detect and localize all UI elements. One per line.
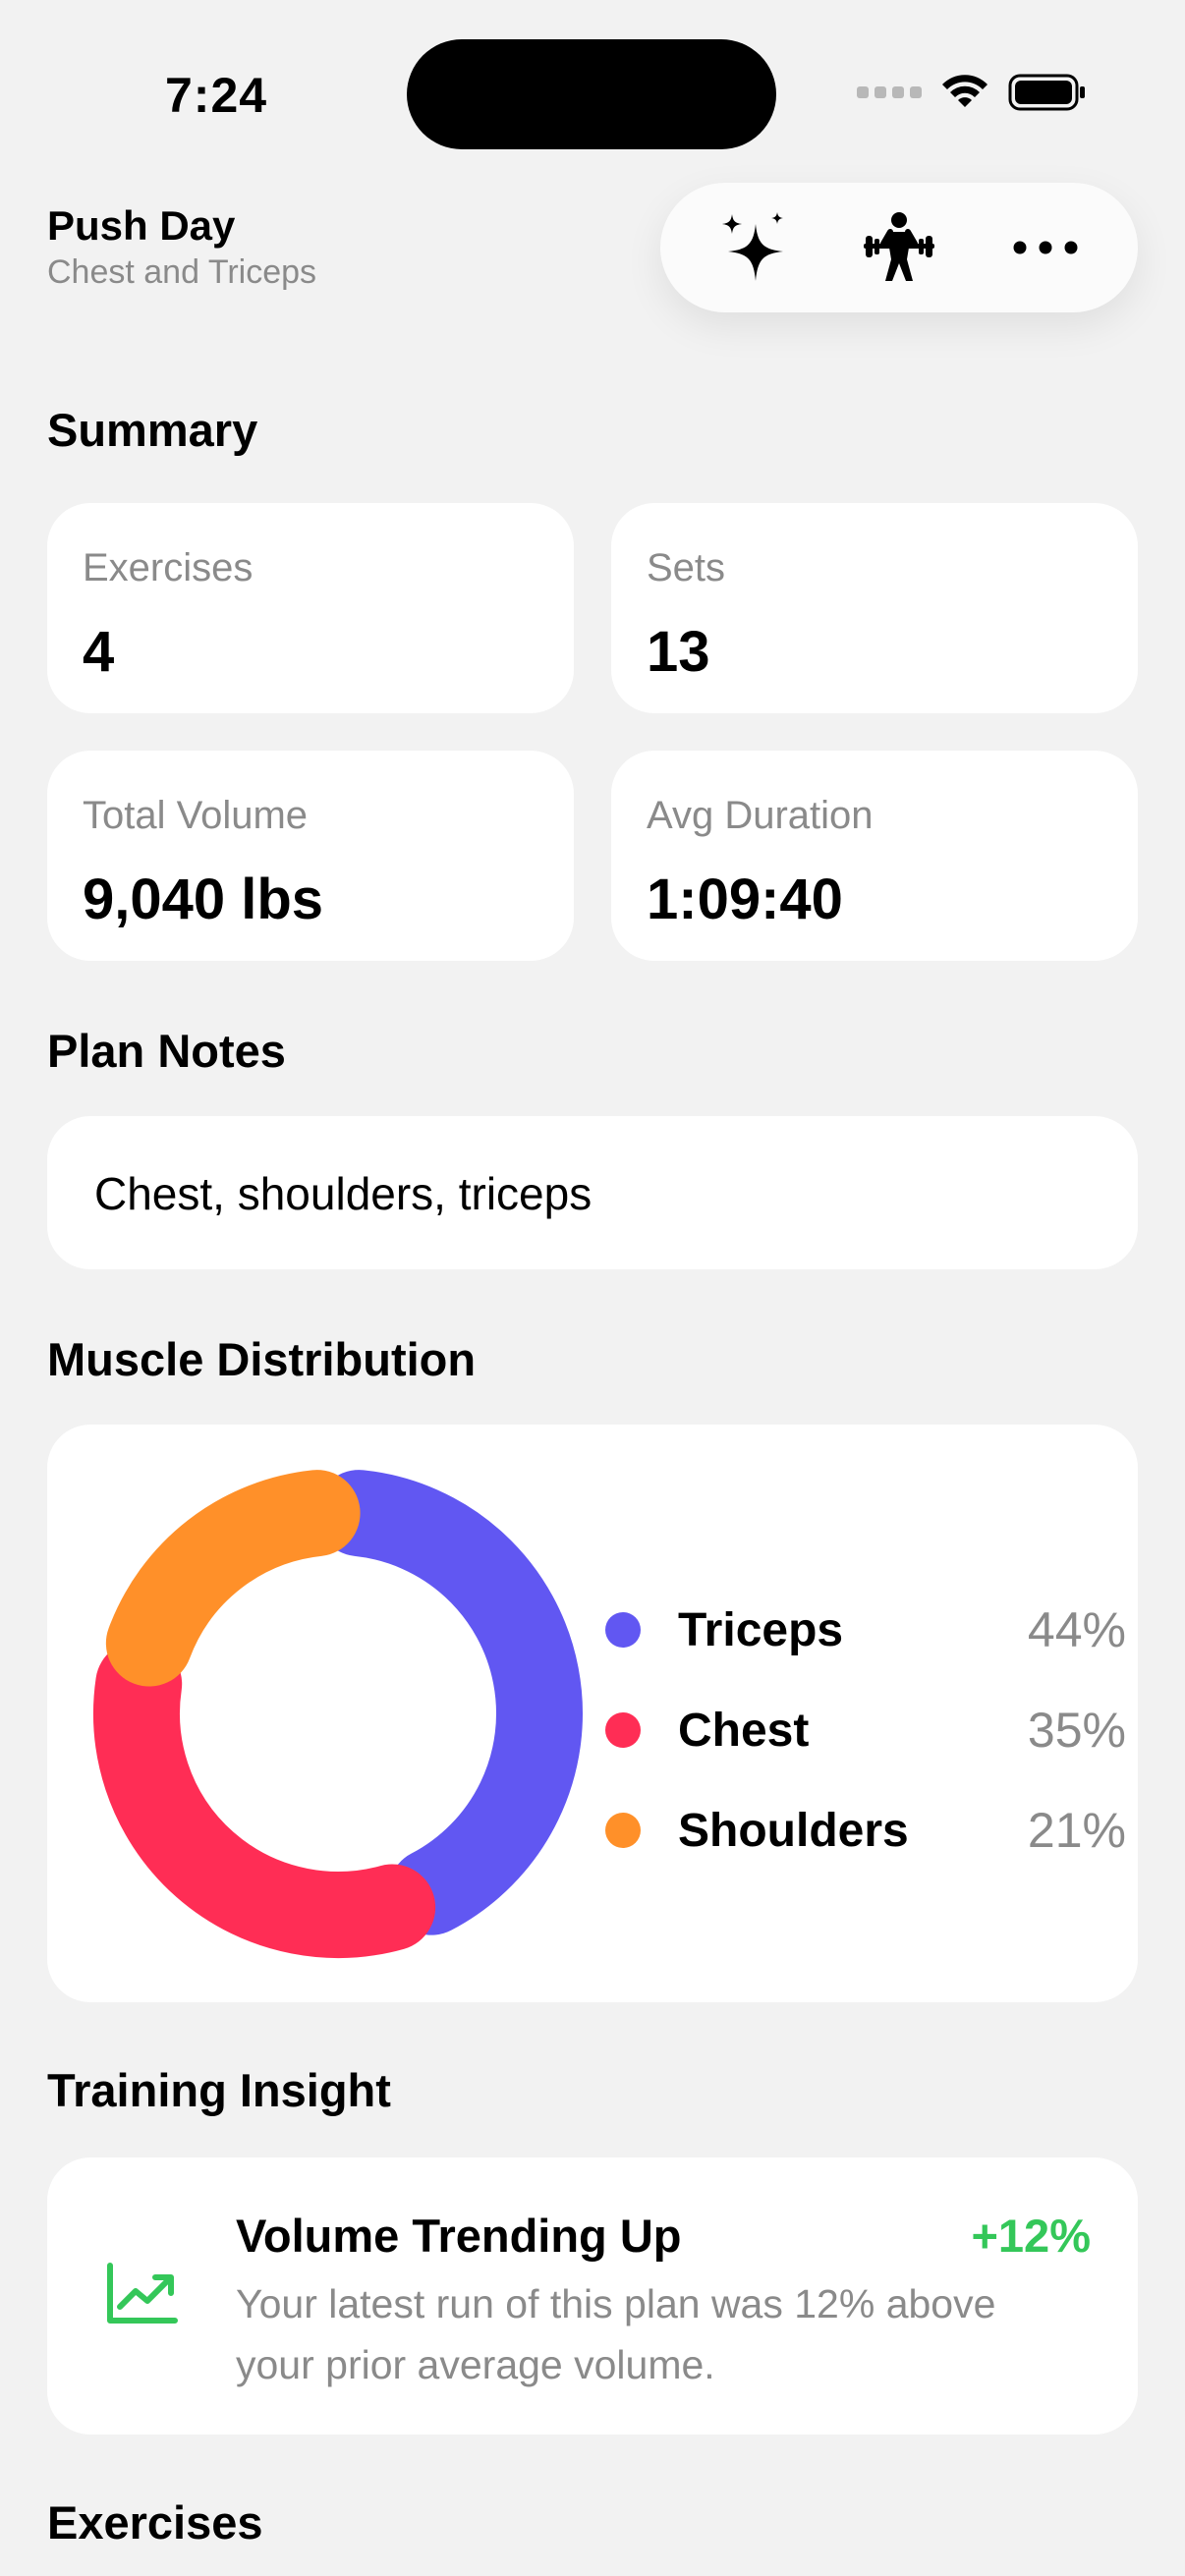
insight-delta: +12% <box>971 2210 1091 2262</box>
exercises-heading: Exercises <box>47 2496 263 2548</box>
weightlifter-icon <box>863 212 934 281</box>
start-workout-button[interactable] <box>845 194 953 302</box>
trend-up-icon <box>107 2263 178 2324</box>
legend-label: Shoulders <box>678 1804 909 1857</box>
legend-label: Triceps <box>678 1603 844 1656</box>
status-time: 7:24 <box>165 68 268 123</box>
donut-segment-triceps <box>315 1470 583 1935</box>
status-icons <box>857 73 1087 112</box>
plan-subtitle: Chest and Triceps <box>47 253 317 291</box>
stat-value: 9,040 lbs <box>83 868 324 931</box>
muscle-distribution-heading: Muscle Distribution <box>47 1333 477 1385</box>
sparkles-icon <box>722 212 784 281</box>
legend-swatch <box>605 1813 641 1848</box>
cellular-signal-icon <box>857 86 922 98</box>
legend-item-chest: Chest 35% <box>605 1680 1126 1780</box>
stat-card-exercises: Exercises 4 <box>47 503 574 713</box>
stat-value: 4 <box>83 620 115 684</box>
more-icon <box>1013 241 1078 254</box>
legend-swatch <box>605 1612 641 1648</box>
stat-label: Sets <box>647 546 726 589</box>
header-actions <box>660 183 1138 312</box>
dynamic-island <box>407 39 776 149</box>
legend-item-shoulders: Shoulders 21% <box>605 1780 1126 1880</box>
muscle-donut-chart <box>93 1470 583 1958</box>
stat-value: 1:09:40 <box>647 868 843 931</box>
stat-card-total-volume: Total Volume 9,040 lbs <box>47 751 574 961</box>
plan-notes-card[interactable]: Chest, shoulders, triceps <box>47 1116 1138 1269</box>
stat-value: 13 <box>647 620 710 684</box>
donut-segment-shoulders <box>105 1470 361 1687</box>
muscle-legend: Triceps 44% Chest 35% Shoulders 21% <box>605 1580 1126 1880</box>
summary-heading: Summary <box>47 404 258 456</box>
stat-label: Exercises <box>83 546 254 589</box>
stat-card-avg-duration: Avg Duration 1:09:40 <box>611 751 1138 961</box>
legend-percent: 21% <box>1027 1803 1126 1858</box>
donut-segment-chest <box>93 1641 436 1958</box>
wifi-icon <box>942 75 988 107</box>
legend-label: Chest <box>678 1704 810 1757</box>
plan-detail-screen: 7:24 Push Day Chest and Triceps Summary … <box>0 0 1185 2576</box>
plan-notes-text: Chest, shoulders, triceps <box>94 1168 592 1219</box>
battery-icon <box>1008 74 1085 111</box>
legend-percent: 35% <box>1027 1703 1126 1758</box>
insight-headline: Volume Trending Up <box>236 2210 682 2262</box>
more-options-button[interactable] <box>991 194 1100 302</box>
stat-label: Total Volume <box>83 794 309 837</box>
plan-title: Push Day <box>47 202 236 249</box>
plan-notes-heading: Plan Notes <box>47 1025 286 1077</box>
training-insight-heading: Training Insight <box>47 2064 391 2116</box>
legend-percent: 44% <box>1027 1602 1126 1657</box>
stat-card-sets: Sets 13 <box>611 503 1138 713</box>
legend-swatch <box>605 1712 641 1748</box>
training-insight-card[interactable]: Volume Trending Up +12% Your latest run … <box>47 2157 1138 2435</box>
muscle-distribution-card: Triceps 44% Chest 35% Shoulders 21% <box>47 1425 1138 2002</box>
stat-label: Avg Duration <box>647 794 874 837</box>
ai-insights-button[interactable] <box>699 194 807 302</box>
insight-body: Your latest run of this plan was 12% abo… <box>236 2281 996 2387</box>
legend-item-triceps: Triceps 44% <box>605 1580 1126 1680</box>
